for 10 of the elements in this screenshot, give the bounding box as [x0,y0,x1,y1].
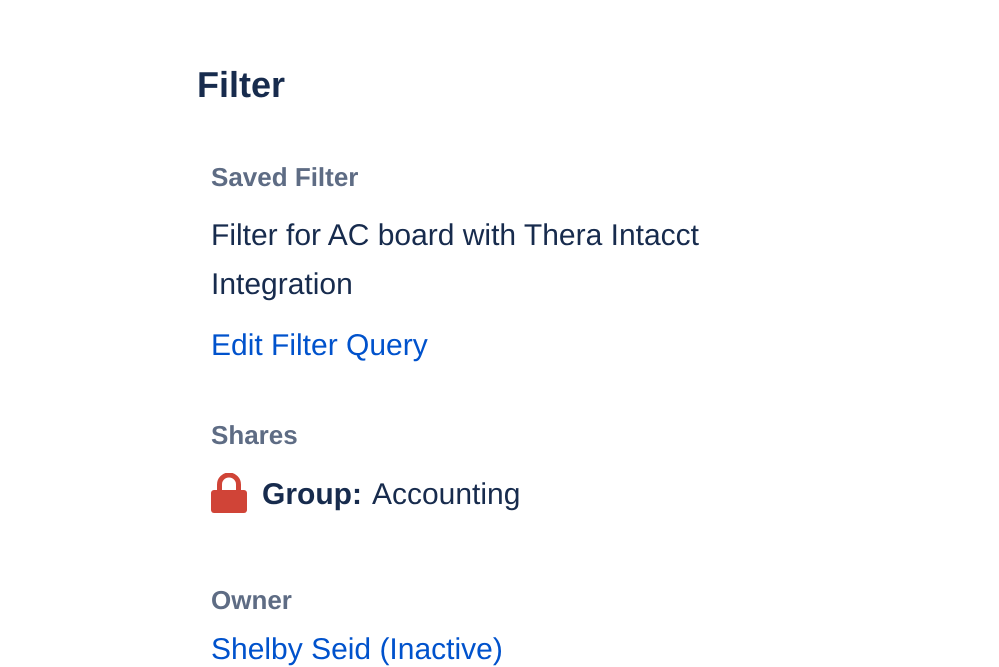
field-value: Filter for AC board with Thera Intacct Integration [211,218,700,303]
lock-icon [211,472,247,512]
page-heading: Filter [197,63,286,107]
owner-link[interactable]: Shelby Seid (Inactive) [211,634,503,665]
share-name: Accounting [372,477,520,513]
field-label: Owner [211,584,293,616]
field-label: Shares [211,419,299,451]
share-type-label: Group: [262,477,362,513]
edit-filter-link[interactable]: Edit Filter Query [211,321,428,370]
field-label: Saved Filter [211,161,360,193]
